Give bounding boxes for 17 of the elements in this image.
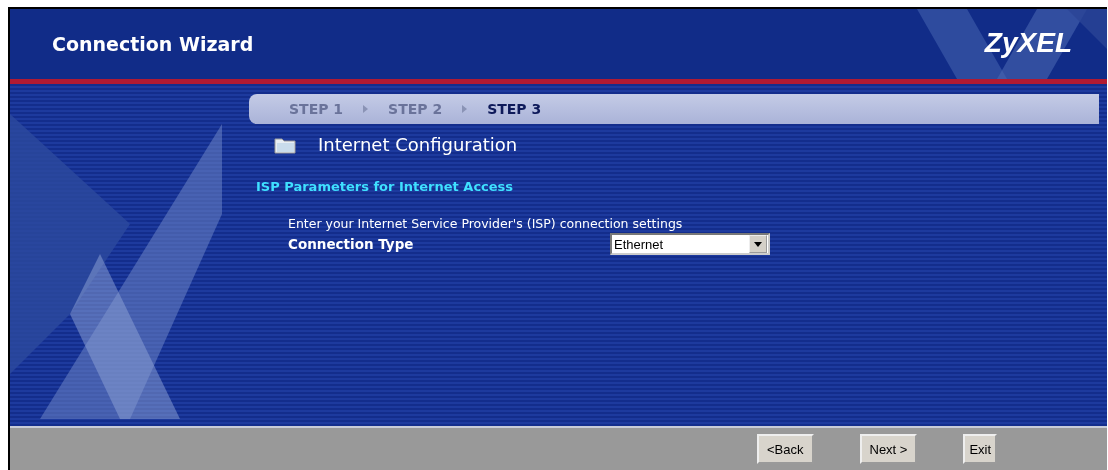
step-label: STEP 2 [388, 101, 443, 117]
field-label: Connection Type [288, 236, 415, 252]
subheading: ISP Parameters for Internet Access [256, 179, 515, 194]
caret-icon [754, 241, 762, 247]
arrow-icon [363, 105, 369, 113]
wizard-button[interactable]: Next > [859, 434, 918, 464]
wizard-button[interactable]: <Back [757, 434, 814, 464]
section-title: Internet Configuration [318, 134, 518, 155]
step-label: STEP 3 [487, 101, 542, 117]
instruction-text: Enter your Internet Service Provider's (ISP) connection settings [288, 216, 684, 231]
step-label: STEP 1 [289, 101, 344, 117]
window-title: Connection Wizard [52, 33, 254, 55]
connection-type-dropdown[interactable]: Ethernet [610, 233, 770, 255]
brand-logo: ZyXEL [984, 27, 1072, 59]
arrow-icon [462, 105, 468, 113]
folder-icon [274, 135, 296, 154]
wizard-button[interactable]: Exit [963, 434, 998, 464]
